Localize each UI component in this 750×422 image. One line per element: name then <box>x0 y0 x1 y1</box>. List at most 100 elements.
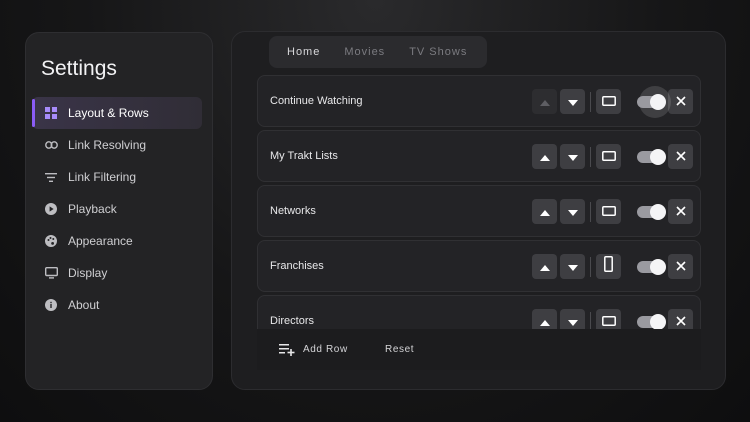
card-shape-button[interactable] <box>596 144 621 169</box>
move-down-button[interactable] <box>560 89 585 114</box>
info-icon <box>44 298 58 312</box>
tab-home[interactable]: Home <box>275 46 332 58</box>
row-label: My Trakt Lists <box>270 150 338 162</box>
list-item: My Trakt Lists <box>257 130 701 182</box>
list-item: Networks <box>257 185 701 237</box>
toggle-track <box>637 258 666 275</box>
landscape-card-icon <box>601 93 616 111</box>
arrow-down-icon <box>567 203 578 221</box>
link-icon <box>44 138 58 152</box>
arrow-up-icon <box>539 203 550 221</box>
arrow-up-icon <box>539 313 550 331</box>
sidebar-item-appearance[interactable]: Appearance <box>32 225 202 257</box>
list-item: Franchises <box>257 240 701 292</box>
row-controls <box>532 86 693 118</box>
portrait-card-icon <box>604 256 613 277</box>
palette-icon <box>44 234 58 248</box>
toggle-track <box>637 148 666 165</box>
toggle-track <box>637 93 666 110</box>
card-shape-button[interactable] <box>596 199 621 224</box>
sidebar-item-label: Layout & Rows <box>68 106 149 120</box>
sidebar-item-link-resolving[interactable]: Link Resolving <box>32 129 202 161</box>
row-controls <box>532 254 693 279</box>
row-controls <box>532 144 693 169</box>
landscape-card-icon <box>601 313 616 331</box>
layout-panel: Home Movies TV Shows Continue Watching M… <box>231 31 726 390</box>
panel-footer: Add Row Reset <box>257 329 701 370</box>
toggle-track <box>637 203 666 220</box>
row-label: Franchises <box>270 260 324 272</box>
move-down-button[interactable] <box>560 144 585 169</box>
move-down-button[interactable] <box>560 199 585 224</box>
sidebar-item-label: Link Filtering <box>68 170 137 184</box>
add-row-label: Add Row <box>303 344 348 355</box>
toggle-knob <box>650 93 666 110</box>
sidebar-item-layout-rows[interactable]: Layout & Rows <box>32 97 202 129</box>
row-label: Continue Watching <box>270 95 363 107</box>
move-up-button[interactable] <box>532 89 557 114</box>
close-icon <box>675 203 686 221</box>
move-up-button[interactable] <box>532 254 557 279</box>
tab-bar: Home Movies TV Shows <box>269 36 487 68</box>
sidebar-item-label: Appearance <box>68 234 133 248</box>
divider <box>590 256 591 277</box>
tab-movies[interactable]: Movies <box>332 46 397 58</box>
settings-sidebar: Settings Layout & Rows Link Resolving Li… <box>25 32 213 390</box>
arrow-up-icon <box>539 93 550 111</box>
sidebar-item-label: Link Resolving <box>68 138 147 152</box>
toggle-knob <box>650 313 666 330</box>
reset-button[interactable]: Reset <box>385 344 414 355</box>
arrow-down-icon <box>567 313 578 331</box>
close-icon <box>675 93 686 111</box>
filter-icon <box>44 170 58 184</box>
toggle-knob <box>650 203 666 220</box>
sidebar-item-label: About <box>68 298 100 312</box>
divider <box>590 91 591 112</box>
close-icon <box>675 258 686 276</box>
add-row-button[interactable]: Add Row <box>279 343 348 356</box>
divider <box>590 146 591 167</box>
card-shape-button[interactable] <box>596 89 621 114</box>
sidebar-nav: Layout & Rows Link Resolving Link Filter… <box>32 97 202 321</box>
landscape-card-icon <box>601 148 616 166</box>
remove-row-button[interactable] <box>668 199 693 224</box>
playlist-add-icon <box>279 343 295 356</box>
toggle-knob <box>650 148 666 165</box>
move-up-button[interactable] <box>532 144 557 169</box>
row-list: Continue Watching My Trakt Lists Network… <box>257 75 701 350</box>
arrow-down-icon <box>567 148 578 166</box>
row-controls <box>532 199 693 224</box>
sidebar-item-playback[interactable]: Playback <box>32 193 202 225</box>
grid-icon <box>44 106 58 120</box>
close-icon <box>675 148 686 166</box>
sidebar-title: Settings <box>41 57 117 80</box>
list-item: Continue Watching <box>257 75 701 127</box>
play-circle-icon <box>44 202 58 216</box>
arrow-up-icon <box>539 258 550 276</box>
row-enabled-toggle[interactable] <box>637 199 666 224</box>
row-label: Networks <box>270 205 316 217</box>
sidebar-item-label: Playback <box>68 202 117 216</box>
sidebar-item-link-filtering[interactable]: Link Filtering <box>32 161 202 193</box>
remove-row-button[interactable] <box>668 89 693 114</box>
move-down-button[interactable] <box>560 254 585 279</box>
card-shape-button[interactable] <box>596 254 621 279</box>
sidebar-item-display[interactable]: Display <box>32 257 202 289</box>
monitor-icon <box>44 266 58 280</box>
sidebar-item-label: Display <box>68 266 108 280</box>
move-up-button[interactable] <box>532 199 557 224</box>
remove-row-button[interactable] <box>668 144 693 169</box>
toggle-knob <box>650 258 666 275</box>
tab-tv-shows[interactable]: TV Shows <box>397 46 479 58</box>
remove-row-button[interactable] <box>668 254 693 279</box>
row-enabled-toggle[interactable] <box>637 86 671 118</box>
arrow-down-icon <box>567 93 578 111</box>
row-enabled-toggle[interactable] <box>637 144 666 169</box>
row-enabled-toggle[interactable] <box>637 254 666 279</box>
arrow-up-icon <box>539 148 550 166</box>
row-label: Directors <box>270 315 315 327</box>
sidebar-item-about[interactable]: About <box>32 289 202 321</box>
landscape-card-icon <box>601 203 616 221</box>
arrow-down-icon <box>567 258 578 276</box>
close-icon <box>675 313 686 331</box>
